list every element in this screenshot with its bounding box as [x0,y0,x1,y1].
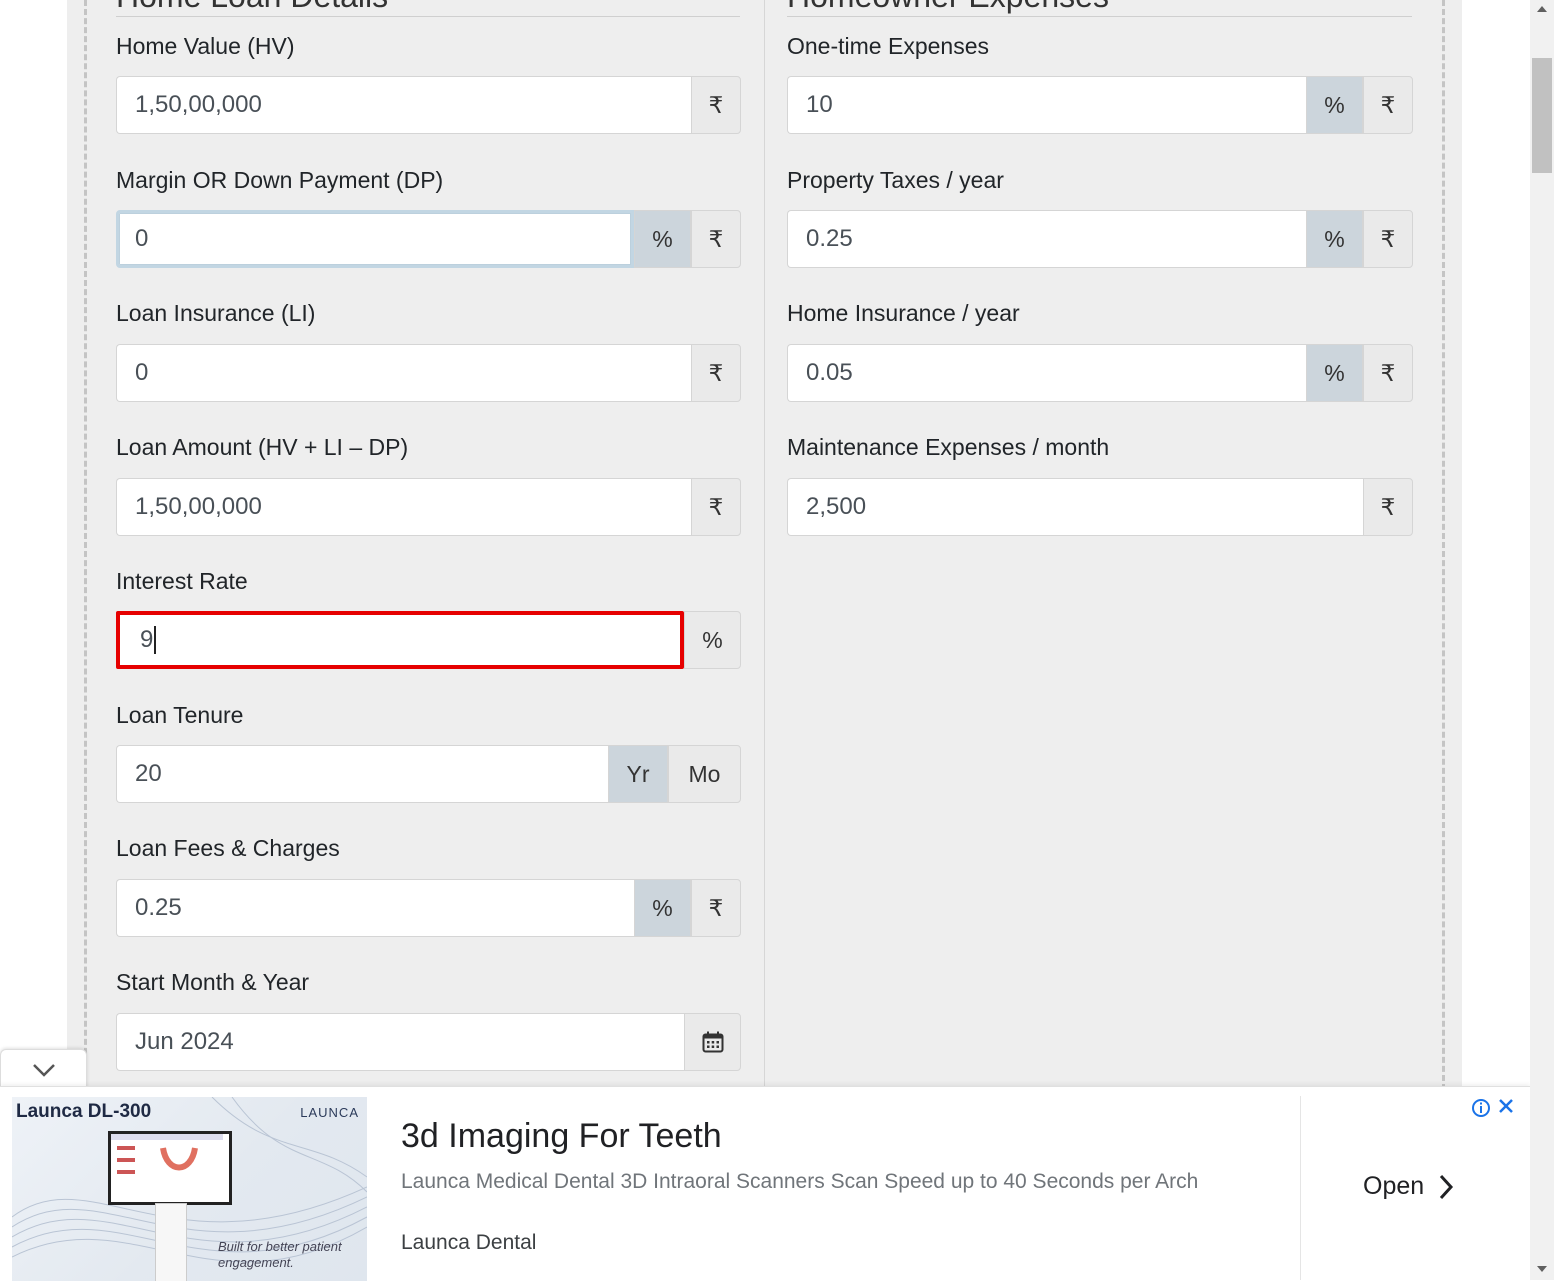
down-payment-rupee-toggle[interactable]: ₹ [691,210,741,268]
ad-image-logo: LAUNCA [300,1105,359,1120]
property-taxes-rupee-toggle[interactable]: ₹ [1363,210,1413,268]
chevron-right-icon [1440,1174,1454,1199]
homeowner-expenses-heading: Homeowner Expenses [787,0,1412,17]
maintenance-label: Maintenance Expenses / month [787,434,1110,460]
maintenance-rupee-addon: ₹ [1363,478,1413,536]
dental-scan-icon [111,1134,223,1174]
interest-rate-input[interactable]: 9 [116,611,684,669]
text-caret [154,626,157,654]
one-time-expenses-group: 10 % ₹ [787,76,1413,134]
property-taxes-percent-toggle[interactable]: % [1306,210,1363,268]
maintenance-input[interactable]: 2,500 [787,478,1363,536]
down-payment-group: 0 % ₹ [116,210,741,268]
ad-image[interactable]: Launca DL-300 LAUNCA Built for better pa… [12,1097,367,1281]
ad-open-label: Open [1363,1172,1425,1200]
home-value-group: 1,50,00,000 ₹ [116,76,741,134]
loan-insurance-group: 0 ₹ [116,344,741,402]
scanner-monitor-graphic [108,1131,232,1205]
calendar-button[interactable] [684,1013,741,1071]
start-date-input[interactable]: Jun 2024 [116,1013,684,1071]
ad-advertiser: Launca Dental [401,1231,537,1254]
down-payment-input[interactable]: 0 [116,210,634,268]
ad-open-button[interactable]: Open [1363,1172,1454,1201]
property-taxes-label: Property Taxes / year [787,167,1004,193]
interest-rate-label: Interest Rate [116,568,248,594]
one-time-percent-toggle[interactable]: % [1306,76,1363,134]
ad-description: Launca Medical Dental 3D Intraoral Scann… [401,1170,1199,1193]
scanner-stand-graphic [155,1203,187,1281]
scrollbar-thumb[interactable] [1532,58,1552,173]
one-time-rupee-toggle[interactable]: ₹ [1363,76,1413,134]
loan-amount-group: 1,50,00,000 ₹ [116,478,741,536]
home-value-rupee-addon: ₹ [691,76,741,134]
home-insurance-input[interactable]: 0.05 [787,344,1306,402]
scroll-down-arrow[interactable] [1537,1266,1547,1272]
ad-close-icon[interactable] [1497,1097,1515,1115]
column-divider [764,0,765,1090]
loan-insurance-input[interactable]: 0 [116,344,691,402]
one-time-expenses-label: One-time Expenses [787,33,989,59]
ad-separator [1300,1096,1301,1280]
home-insurance-rupee-toggle[interactable]: ₹ [1363,344,1413,402]
ad-image-brand: Launca DL-300 [16,1101,152,1122]
scroll-up-arrow[interactable] [1537,6,1547,12]
home-insurance-label: Home Insurance / year [787,300,1020,326]
loan-tenure-group: 20 Yr Mo [116,745,741,803]
ad-info-icon[interactable] [1471,1098,1491,1118]
property-taxes-input[interactable]: 0.25 [787,210,1306,268]
chevron-down-icon [32,1064,55,1077]
loan-insurance-rupee-addon: ₹ [691,344,741,402]
property-taxes-group: 0.25 % ₹ [787,210,1413,268]
ad-title[interactable]: 3d Imaging For Teeth [401,1117,722,1156]
down-payment-label: Margin OR Down Payment (DP) [116,167,444,193]
start-date-label: Start Month & Year [116,969,310,995]
loan-fees-input[interactable]: 0.25 [116,879,634,937]
loan-fees-group: 0.25 % ₹ [116,879,741,937]
interest-rate-group: 9 % [116,611,741,669]
home-value-input[interactable]: 1,50,00,000 [116,76,691,134]
ad-image-tagline: Built for better patient engagement. [218,1239,342,1270]
loan-fees-percent-toggle[interactable]: % [634,879,691,937]
down-payment-percent-toggle[interactable]: % [634,210,691,268]
interest-rate-percent-addon: % [684,611,741,669]
loan-insurance-label: Loan Insurance (LI) [116,300,316,326]
start-date-group: Jun 2024 [116,1013,741,1071]
ad-collapse-button[interactable] [0,1049,87,1090]
tenure-month-toggle[interactable]: Mo [668,745,741,803]
loan-amount-label: Loan Amount (HV + LI – DP) [116,434,409,460]
loan-tenure-input[interactable]: 20 [116,745,608,803]
vertical-scrollbar[interactable] [1530,0,1554,1280]
home-insurance-group: 0.05 % ₹ [787,344,1413,402]
home-insurance-percent-toggle[interactable]: % [1306,344,1363,402]
loan-fees-label: Loan Fees & Charges [116,835,340,861]
calendar-icon [702,1031,723,1053]
loan-amount-input[interactable]: 1,50,00,000 [116,478,691,536]
maintenance-group: 2,500 ₹ [787,478,1413,536]
loan-amount-rupee-addon: ₹ [691,478,741,536]
home-value-label: Home Value (HV) [116,33,295,59]
loan-tenure-label: Loan Tenure [116,702,244,728]
one-time-expenses-input[interactable]: 10 [787,76,1306,134]
home-loan-details-heading: Home Loan Details [116,0,740,17]
loan-fees-rupee-toggle[interactable]: ₹ [691,879,741,937]
tenure-year-toggle[interactable]: Yr [608,745,668,803]
